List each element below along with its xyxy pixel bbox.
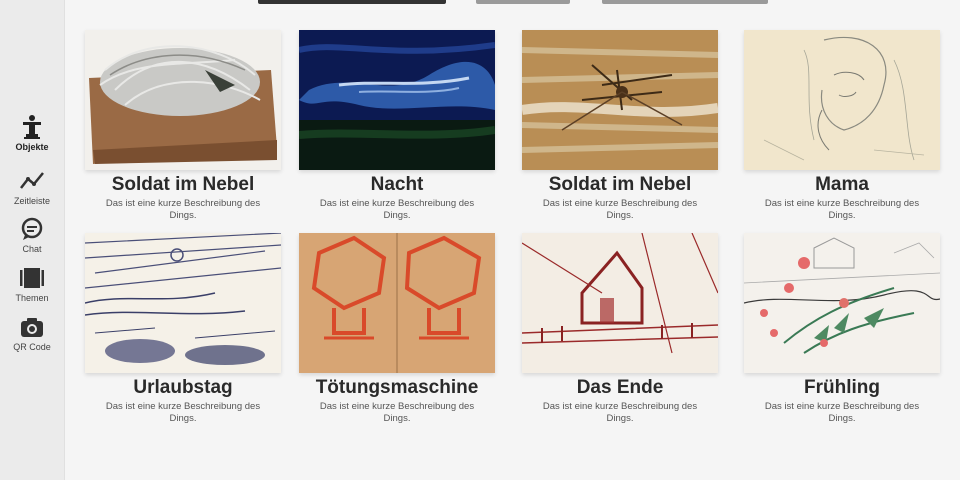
tab-indicator-2[interactable] bbox=[476, 0, 570, 4]
gallery-card[interactable]: Tötungsmaschine Das ist eine kurze Besch… bbox=[299, 233, 495, 431]
nav-label-objekte: Objekte bbox=[15, 142, 49, 152]
card-title: Tötungsmaschine bbox=[315, 377, 479, 398]
tab-indicator-3[interactable] bbox=[602, 0, 768, 4]
camera-icon bbox=[18, 314, 46, 340]
nav-item-objekte[interactable]: Objekte bbox=[0, 114, 64, 160]
nav-label-themen: Themen bbox=[15, 293, 49, 303]
card-title: Das Ende bbox=[576, 377, 664, 398]
card-description: Das ist eine kurze Beschreibung des Ding… bbox=[542, 401, 698, 424]
tab-bar bbox=[64, 0, 960, 8]
artwork-image bbox=[299, 30, 495, 170]
gallery-card[interactable]: Das Ende Das ist eine kurze Beschreibung… bbox=[522, 233, 718, 431]
tab-active-indicator[interactable] bbox=[258, 0, 446, 4]
timeline-icon bbox=[18, 168, 46, 194]
chat-icon bbox=[18, 216, 46, 242]
artwork-image bbox=[85, 30, 281, 170]
gallery-card[interactable]: Mama Das ist eine kurze Beschreibung des… bbox=[744, 30, 940, 228]
gallery-card[interactable]: Urlaubstag Das ist eine kurze Beschreibu… bbox=[85, 233, 281, 431]
artwork-image bbox=[744, 233, 940, 373]
nav-item-zeitleiste[interactable]: Zeitleiste bbox=[0, 168, 64, 214]
artwork-image bbox=[744, 30, 940, 170]
card-title: Soldat im Nebel bbox=[548, 174, 692, 195]
statue-icon bbox=[18, 114, 46, 140]
gallery-card[interactable]: Frühling Das ist eine kurze Beschreibung… bbox=[744, 233, 940, 431]
sidebar: Objekte Zeitleiste Chat Themen QR Code bbox=[0, 0, 65, 480]
gallery-card[interactable]: Soldat im Nebel Das ist eine kurze Besch… bbox=[522, 30, 718, 228]
gallery-card[interactable]: Soldat im Nebel Das ist eine kurze Besch… bbox=[85, 30, 281, 228]
nav-item-qr-code[interactable]: QR Code bbox=[0, 314, 64, 360]
card-description: Das ist eine kurze Beschreibung des Ding… bbox=[319, 401, 475, 424]
card-description: Das ist eine kurze Beschreibung des Ding… bbox=[764, 401, 920, 424]
card-title: Urlaubstag bbox=[133, 377, 233, 398]
card-description: Das ist eine kurze Beschreibung des Ding… bbox=[105, 401, 261, 424]
card-title: Nacht bbox=[370, 174, 424, 195]
nav-label-zeitleiste: Zeitleiste bbox=[13, 196, 50, 206]
artwork-image bbox=[522, 30, 718, 170]
card-description: Das ist eine kurze Beschreibung des Ding… bbox=[764, 198, 920, 221]
card-description: Das ist eine kurze Beschreibung des Ding… bbox=[319, 198, 475, 221]
nav-label-qr-code: QR Code bbox=[13, 342, 51, 352]
nav-item-themen[interactable]: Themen bbox=[0, 265, 64, 311]
card-description: Das ist eine kurze Beschreibung des Ding… bbox=[105, 198, 261, 221]
artwork-image bbox=[85, 233, 281, 373]
gallery-card[interactable]: Nacht Das ist eine kurze Beschreibung de… bbox=[299, 30, 495, 228]
card-title: Soldat im Nebel bbox=[111, 174, 255, 195]
card-title: Frühling bbox=[804, 377, 880, 398]
nav-item-chat[interactable]: Chat bbox=[0, 216, 64, 262]
themes-icon bbox=[18, 265, 46, 291]
nav-label-chat: Chat bbox=[22, 244, 42, 254]
artwork-image bbox=[522, 233, 718, 373]
card-title: Mama bbox=[815, 174, 869, 195]
card-description: Das ist eine kurze Beschreibung des Ding… bbox=[542, 198, 698, 221]
artwork-image bbox=[299, 233, 495, 373]
